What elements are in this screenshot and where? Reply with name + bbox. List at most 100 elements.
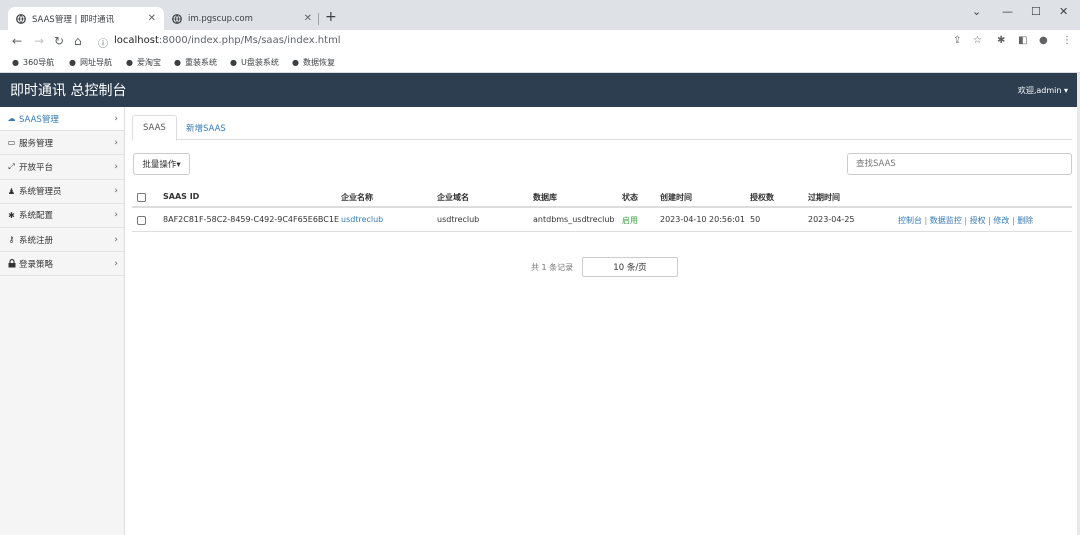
row-checkbox[interactable] [137,216,146,225]
user-icon: ♟ [7,186,16,196]
app-title: 即时通讯 总控制台 [10,83,127,99]
forward-arrow-icon[interactable]: → [34,34,44,48]
chevron-right-icon: › [114,137,118,148]
user-menu[interactable]: 欢迎,admin ▾ [1018,85,1068,96]
column-header: 过期时间 [808,193,840,202]
chevron-right-icon: › [114,113,118,124]
sidebar-item-label: 登录策略 [19,259,54,270]
sidebar-item-open-platform[interactable]: ⤢ 开放平台 › [0,155,124,180]
table-header-row: SAAS ID 企业名称 企业域名 数据库 状态 创建时间 授权数 过期时间 [132,186,1072,208]
info-icon[interactable]: ⓘ [98,35,108,50]
globe-icon: ● [12,58,19,67]
expires-cell: 2023-04-25 [808,215,855,224]
share-icon[interactable]: ⇪ [953,35,961,46]
browser-tab-title: SAAS管理 | 即时通讯 [32,14,115,25]
sidebar-item-label: 系统注册 [19,235,54,246]
url-path: :8000/index.php/Ms/saas/index.html [158,35,341,46]
chevron-right-icon: › [114,210,118,221]
console-link[interactable]: 控制台 [898,216,922,225]
chevron-right-icon: › [114,161,118,172]
sidebar-item-label: SAAS管理 [19,114,59,125]
monitor-icon: ▭ [7,138,16,148]
globe-icon: ● [69,58,76,67]
menu-icon[interactable]: ⋮ [1062,35,1072,46]
content-tabs: SAAS 新增SAAS [132,115,1072,141]
licenses-cell: 50 [750,215,761,224]
browser-tabstrip: SAAS管理 | 即时通讯 ✕ im.pgscup.com ✕ + ⌄ — ☐ … [0,0,1080,30]
sidebar-item-label: 服务管理 [19,138,54,149]
bookmark-item[interactable]: ● 网址导航 [69,57,112,68]
app-header: 即时通讯 总控制台 欢迎,admin ▾ [0,73,1080,107]
url-host: localhost [114,35,159,46]
close-icon[interactable]: ✕ [304,13,312,24]
tab-add-saas[interactable]: 新增SAAS [176,115,236,140]
globe-icon [16,13,26,24]
new-tab-button[interactable]: + [325,9,337,25]
select-all-checkbox[interactable] [137,193,146,202]
home-icon[interactable]: ⌂ [74,34,82,48]
row-actions: 控制台 | 数据监控 | 授权 | 修改 | 删除 [898,216,1034,225]
bookmark-item[interactable]: ● 爱淘宝 [126,57,161,68]
column-header: 企业名称 [341,193,373,202]
saas-id-cell: 8AF2C81F-58C2-8459-C492-9C4F65E6BC1E [163,215,340,224]
globe-icon: ● [292,58,299,67]
browser-tab-pgscup[interactable]: im.pgscup.com ✕ [164,7,320,30]
table-row: 8AF2C81F-58C2-8459-C492-9C4F65E6BC1E usd… [132,208,1072,232]
sidebar-item-register[interactable]: ⚷ 系统注册 › [0,228,124,253]
sidebar-item-services[interactable]: ▭ 服务管理 › [0,131,124,156]
search-input[interactable] [847,153,1072,175]
sidebar-item-label: 系统配置 [19,211,54,222]
edit-link[interactable]: 修改 [993,216,1009,225]
profile-icon[interactable]: ● [1039,35,1048,46]
column-header: 状态 [622,193,638,202]
sidebar-item-login-policy[interactable]: 登录策略 › [0,252,124,277]
sidebar-item-config[interactable]: ✱ 系统配置 › [0,204,124,228]
gear-icon: ✱ [8,210,15,220]
bookmark-item[interactable]: ● 360导航 [12,57,54,68]
bookmark-item[interactable]: ● U盘装系统 [230,57,279,68]
sidebar-item-admins[interactable]: ♟ 系统管理员 › [0,180,124,204]
window-close-button[interactable]: ✕ [1059,5,1068,18]
chevron-right-icon: › [114,258,118,269]
star-icon[interactable]: ☆ [973,35,982,46]
sidebar-item-label: 开放平台 [19,162,54,173]
back-arrow-icon[interactable]: ← [12,34,22,48]
column-header: 授权数 [750,193,774,202]
created-cell: 2023-04-10 20:56:01 [660,215,745,224]
globe-icon: ● [174,58,181,67]
chevron-down-icon[interactable]: ⌄ [972,5,981,18]
status-badge: 启用 [622,216,638,225]
chevron-right-icon: › [114,186,118,197]
globe-icon: ● [126,58,133,67]
close-icon[interactable]: ✕ [148,13,156,24]
browser-tab-saas[interactable]: SAAS管理 | 即时通讯 ✕ [8,7,164,30]
bookmarks-bar: ● 360导航 ● 网址导航 ● 爱淘宝 ● 重装系统 ● U盘装系统 ● 数据恢复 [0,54,1080,73]
tab-divider [318,13,319,25]
maximize-button[interactable]: ☐ [1031,5,1041,18]
column-header: 创建时间 [660,193,692,202]
delete-link[interactable]: 删除 [1017,216,1033,225]
cloud-icon: ☁ [7,114,16,124]
address-bar: ← → ↻ ⌂ ⓘ localhost:8000/index.php/Ms/sa… [0,30,1080,54]
license-link[interactable]: 授权 [970,216,986,225]
monitor-link[interactable]: 数据监控 [930,216,962,225]
domain-cell: usdtreclub [437,215,480,224]
bookmark-item[interactable]: ● 重装系统 [174,57,217,68]
batch-actions-button[interactable]: 批量操作▾ [133,153,190,175]
tab-saas[interactable]: SAAS [132,115,177,141]
url-field[interactable]: localhost:8000/index.php/Ms/saas/index.h… [114,35,341,46]
sidepanel-icon[interactable]: ◧ [1018,35,1027,46]
page-size-select[interactable]: 10 条/页 [582,257,678,277]
sidebar-item-label: 系统管理员 [19,187,62,198]
minimize-button[interactable]: — [1002,5,1013,18]
reload-icon[interactable]: ↻ [54,34,64,48]
pager-total: 共 1 条记录 [531,262,574,272]
column-header: 企业域名 [437,193,469,202]
extensions-icon[interactable]: ✱ [997,35,1005,46]
saas-table: SAAS ID 企业名称 企业域名 数据库 状态 创建时间 授权数 过期时间 8… [132,186,1072,232]
column-header: 数据库 [533,193,557,202]
company-link[interactable]: usdtreclub [341,215,383,224]
sidebar-item-saas[interactable]: ☁ SAAS管理 › [0,107,124,132]
bookmark-item[interactable]: ● 数据恢复 [292,57,335,68]
sidebar: ☁ SAAS管理 › ▭ 服务管理 › ⤢ 开放平台 › ♟ 系统管理员 › ✱… [0,107,125,535]
